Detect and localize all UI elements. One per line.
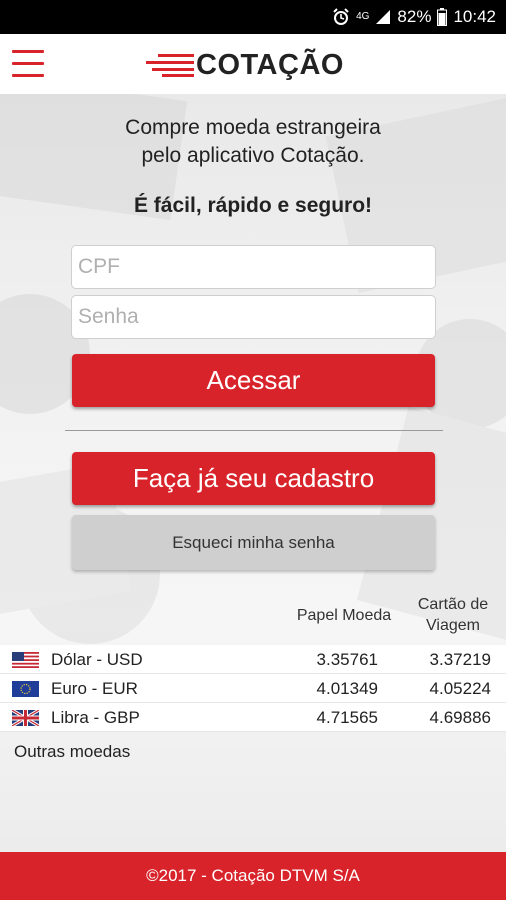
papel-moeda-value: 3.35761: [316, 650, 378, 669]
battery-icon: [437, 8, 448, 26]
footer: ©2017 - Cotação DTVM S/A: [0, 852, 506, 900]
currency-name: Libra - GBP: [51, 708, 140, 727]
intro-text: Compre moeda estrangeira pelo aplicativo…: [0, 114, 506, 170]
signal-icon: [376, 10, 391, 24]
logo: COTAÇÃO: [146, 48, 344, 82]
cartao-viagem-value: 4.69886: [429, 708, 491, 727]
currency-name: Dólar - USD: [51, 650, 143, 669]
tagline: É fácil, rápido e seguro!: [133, 194, 373, 217]
app-bar: COTAÇÃO: [0, 34, 506, 94]
cartao-viagem-value: 4.05224: [429, 679, 491, 698]
rate-row-usd[interactable]: Dólar - USD 3.35761 3.37219: [0, 645, 506, 674]
currency-name: Euro - EUR: [51, 679, 138, 698]
eu-flag-icon: [12, 681, 39, 697]
cpf-input[interactable]: [71, 245, 436, 289]
logo-speed-lines-icon: [146, 54, 194, 77]
intro-line-1: Compre moeda estrangeira: [125, 116, 381, 139]
uk-flag-icon: [12, 710, 39, 726]
papel-moeda-value: 4.71565: [316, 708, 378, 727]
battery-percent: 82%: [397, 7, 432, 26]
cartao-viagem-value: 3.37219: [429, 650, 491, 669]
network-type: 4G: [356, 11, 370, 22]
divider: [65, 430, 443, 431]
us-flag-icon: [12, 652, 39, 668]
other-currencies-link[interactable]: Outras moedas: [14, 742, 130, 762]
main-content: Compre moeda estrangeira pelo aplicativo…: [0, 94, 506, 852]
status-icons: 4G 82% 10:42: [332, 0, 496, 34]
rate-row-gbp[interactable]: Libra - GBP 4.71565 4.69886: [0, 703, 506, 732]
column-header-papel-moeda: Papel Moeda: [296, 607, 392, 624]
intro-line-2: pelo aplicativo Cotação.: [141, 144, 365, 167]
access-button[interactable]: Acessar: [72, 354, 435, 407]
column-header-cartao-line-1: Cartão de: [417, 596, 489, 613]
rates-table: Dólar - USD 3.35761 3.37219 Euro - EUR 4…: [0, 645, 506, 732]
menu-icon-bar: [12, 50, 44, 53]
column-header-cartao-viagem: Cartão de Viagem: [408, 594, 498, 636]
column-header-cartao-line-2: Viagem: [426, 617, 480, 634]
logo-text: COTAÇÃO: [196, 48, 344, 81]
menu-icon-bar: [12, 62, 44, 65]
password-input[interactable]: [71, 295, 436, 339]
rate-row-eur[interactable]: Euro - EUR 4.01349 4.05224: [0, 674, 506, 703]
register-button[interactable]: Faça já seu cadastro: [72, 452, 435, 505]
menu-button[interactable]: [12, 50, 44, 78]
forgot-password-button[interactable]: Esqueci minha senha: [72, 515, 435, 570]
status-bar: 4G 82% 10:42: [0, 0, 506, 34]
papel-moeda-value: 4.01349: [316, 679, 378, 698]
clock: 10:42: [453, 7, 496, 26]
menu-icon-bar: [12, 74, 44, 77]
alarm-icon: [333, 8, 349, 25]
